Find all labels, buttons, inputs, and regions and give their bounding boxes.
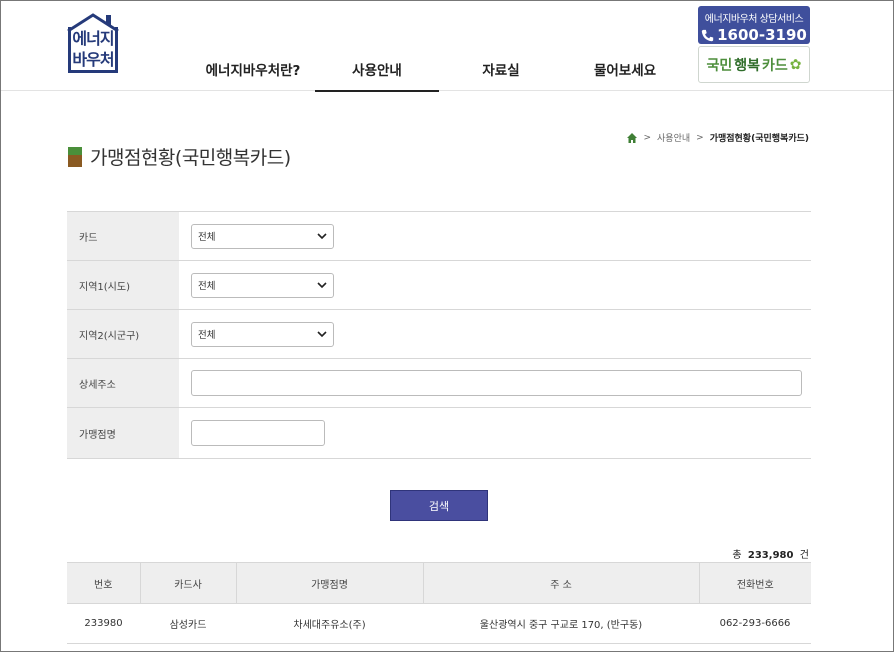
- table-header-row: 번호 카드사 가맹점명 주 소 전화번호: [67, 562, 811, 604]
- breadcrumb-parent[interactable]: 사용안내: [657, 131, 690, 144]
- form-row-region1: 지역1(시도) 전체: [67, 261, 811, 310]
- cell-number: 233980: [67, 603, 140, 644]
- form-row-store: 가맹점명: [67, 408, 811, 459]
- form-row-card: 카드 전체: [67, 212, 811, 261]
- form-row-address: 상세주소: [67, 359, 811, 408]
- region2-label: 지역2(시군구): [67, 310, 179, 358]
- card-select[interactable]: 전체: [191, 223, 334, 249]
- total-prefix: 총: [732, 550, 742, 561]
- breadcrumb-current: 가맹점현황(국민행복카드): [709, 134, 809, 144]
- card-label: 카드: [67, 212, 179, 260]
- search-button[interactable]: 검색: [390, 490, 488, 521]
- cell-store-name: 차세대주유소(주): [236, 603, 423, 644]
- breadcrumb: > 사용안내 > 가맹점현황(국민행복카드): [627, 131, 809, 144]
- hotline-banner[interactable]: 에너지바우처 상담서비스 1600-3190: [698, 6, 810, 44]
- cell-card-company: 삼성카드: [140, 603, 236, 644]
- nav-item-usage-guide[interactable]: 사용안내: [315, 49, 439, 92]
- col-header-phone: 전화번호: [698, 562, 811, 604]
- page-title: 가맹점현황(국민행복카드): [90, 147, 291, 169]
- results-table: 번호 카드사 가맹점명 주 소 전화번호 233980 삼성카드 차세대주유소(…: [67, 562, 811, 644]
- card-logo-prefix: 국민: [706, 57, 733, 74]
- total-unit: 건: [799, 550, 809, 561]
- table-row[interactable]: 233980 삼성카드 차세대주유소(주) 울산광역시 중구 구교로 170, …: [67, 603, 811, 644]
- form-row-region2: 지역2(시군구) 전체: [67, 310, 811, 359]
- main-nav: 에너지바우처란? 사용안내 자료실 물어보세요: [191, 49, 687, 92]
- hotline-number-row: 1600-3190: [698, 26, 810, 44]
- breadcrumb-separator-icon: >: [696, 132, 704, 143]
- nav-item-about[interactable]: 에너지바우처란?: [191, 49, 315, 91]
- card-select-value: 전체: [198, 232, 216, 243]
- nav-item-archive[interactable]: 자료실: [439, 49, 563, 91]
- logo-line2: 바우처: [72, 50, 114, 69]
- chevron-down-icon: [317, 282, 327, 289]
- happy-card-logo[interactable]: 국민 행복 카드 ✿: [698, 46, 810, 83]
- total-count: 총 233,980 건: [732, 546, 809, 561]
- logo-line1: 에너지: [72, 29, 114, 48]
- store-name-input[interactable]: [191, 420, 325, 446]
- col-header-address: 주 소: [422, 562, 699, 604]
- chevron-down-icon: [317, 331, 327, 338]
- region1-select-value: 전체: [198, 281, 216, 292]
- hotline-label: 에너지바우처 상담서비스: [704, 14, 804, 25]
- card-logo-emph: 행복: [734, 57, 761, 74]
- region2-select[interactable]: 전체: [191, 321, 334, 347]
- page-title-block: 가맹점현황(국민행복카드): [68, 143, 291, 170]
- address-label: 상세주소: [67, 359, 179, 407]
- breadcrumb-separator-icon: >: [643, 132, 652, 143]
- site-header: 에너지 바우처 에너지바우처란? 사용안내 자료실 물어보세요 에너지바우처 상…: [1, 1, 893, 92]
- home-icon[interactable]: [627, 132, 638, 143]
- nav-item-faq[interactable]: 물어보세요: [563, 49, 687, 91]
- col-header-number: 번호: [67, 562, 140, 604]
- cell-phone: 062-293-6666: [699, 603, 811, 644]
- clover-icon: ✿: [789, 56, 802, 73]
- region1-select[interactable]: 전체: [191, 272, 334, 298]
- hotline-number: 1600-3190: [717, 26, 807, 44]
- phone-icon: [701, 29, 714, 41]
- region1-label: 지역1(시도): [67, 261, 179, 309]
- cell-address: 울산광역시 중구 구교로 170, (반구동): [423, 603, 699, 644]
- col-header-card-company: 카드사: [139, 562, 236, 604]
- search-form: 카드 전체 지역1(시도) 전체 지역2(시군구) 전체 상세주소 가맹점명: [67, 211, 811, 459]
- address-input[interactable]: [191, 370, 802, 396]
- card-logo-suffix: 카드: [762, 57, 788, 74]
- region2-select-value: 전체: [198, 330, 216, 341]
- chevron-down-icon: [317, 233, 327, 240]
- title-square-icon: [68, 146, 82, 167]
- logo-text: 에너지 바우처: [66, 28, 120, 70]
- col-header-store-name: 가맹점명: [235, 562, 423, 604]
- total-number: 233,980: [747, 550, 794, 561]
- store-name-label: 가맹점명: [67, 408, 179, 458]
- energy-voucher-logo[interactable]: 에너지 바우처: [66, 13, 120, 75]
